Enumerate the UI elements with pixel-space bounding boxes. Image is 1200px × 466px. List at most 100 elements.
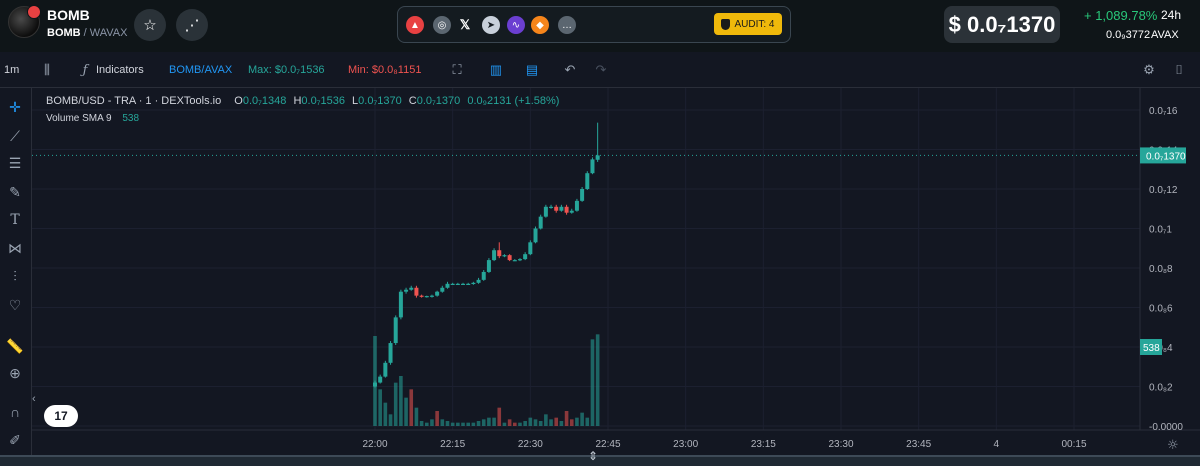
- resize-arrows-icon[interactable]: ⇕: [588, 449, 598, 463]
- legend-open-value: 0.0₇1348: [242, 95, 287, 107]
- time-tick-label: 23:45: [906, 439, 931, 450]
- zoom-in-icon[interactable]: ⊕: [4, 362, 26, 384]
- chart-canvas[interactable]: 0.0₇160.0₇140.0₇120.0₇10.0₈80.0₈60.0₈40.…: [32, 88, 1200, 455]
- price-chart[interactable]: 0.0₇160.0₇140.0₇120.0₇10.0₈80.0₈60.0₈40.…: [32, 88, 1200, 466]
- candle-body: [450, 283, 455, 285]
- volume-bar: [492, 417, 496, 426]
- volume-bar: [450, 422, 455, 426]
- candle-body: [419, 295, 424, 297]
- price-tick-label: 0.0₈2: [1149, 383, 1173, 394]
- panel-resize-bar[interactable]: [0, 455, 1200, 466]
- x-icon[interactable]: 𝕏: [456, 16, 474, 34]
- time-tick-label: 23:30: [828, 439, 853, 450]
- audit-badge[interactable]: AUDIT: 4: [714, 13, 782, 35]
- candle-body: [481, 271, 486, 280]
- volume-bar: [445, 421, 450, 426]
- magnet-icon[interactable]: ∩: [4, 401, 26, 423]
- volume-bar: [476, 421, 481, 426]
- candle-body: [512, 260, 517, 262]
- volume-bar: [419, 421, 424, 426]
- redo-icon[interactable]: ↷: [592, 61, 610, 79]
- volume-bar: [393, 382, 398, 426]
- price-tick-label: -0.0000: [1149, 422, 1183, 433]
- volume-bar: [471, 422, 476, 426]
- pair-quote-label: WAVAX: [89, 27, 128, 39]
- symbol-pair-label[interactable]: BOMB/AVAX: [169, 64, 232, 76]
- fx-icon[interactable]: ƒ: [76, 61, 94, 79]
- candle-body: [435, 291, 440, 296]
- camera-icon[interactable]: ⌷: [1170, 61, 1188, 79]
- metamask-icon[interactable]: ◆: [531, 16, 549, 34]
- text-tool-icon[interactable]: T: [4, 209, 26, 231]
- avalanche-icon[interactable]: ▲: [406, 16, 424, 34]
- candle-body: [429, 295, 434, 297]
- volume-bar: [554, 417, 559, 426]
- shield-icon: [721, 18, 731, 30]
- telegram-icon[interactable]: ➤: [482, 16, 500, 34]
- min-price-label: Min: $0.0₈1151: [348, 64, 422, 76]
- token-name: BOMB: [47, 7, 90, 23]
- volume-bar: [549, 419, 553, 426]
- collapse-toolbar-icon[interactable]: ‹: [32, 393, 36, 405]
- time-tick-label: 4: [994, 439, 1000, 450]
- globe-icon[interactable]: ◎: [433, 16, 451, 34]
- undo-icon[interactable]: ↶: [561, 61, 579, 79]
- favorite-star-button[interactable]: ☆: [134, 9, 166, 41]
- avax-unit-label: AVAX: [1151, 29, 1179, 41]
- candle-body: [590, 159, 595, 174]
- candle-body: [486, 260, 491, 272]
- fullscreen-icon[interactable]: ⛶: [448, 61, 466, 79]
- volume-bar: [502, 422, 507, 426]
- tradingview-logo[interactable]: 17: [44, 405, 78, 427]
- volume-bar: [430, 419, 434, 426]
- crosshair-icon[interactable]: ✛: [4, 96, 26, 118]
- candle-body: [378, 376, 383, 383]
- axis-settings-icon[interactable]: ☼: [1167, 438, 1179, 453]
- volume-bar: [383, 402, 388, 426]
- volume-bar: [580, 412, 584, 426]
- price-tick-label: 0.0₇1: [1149, 225, 1172, 236]
- volume-bar: [404, 397, 408, 426]
- candle-body: [549, 206, 554, 208]
- settings-gear-icon[interactable]: ⚙: [1140, 61, 1158, 79]
- token-avatar: [8, 5, 41, 38]
- bar-chart-icon[interactable]: ▥: [487, 61, 505, 79]
- heart-icon[interactable]: ♡: [4, 294, 26, 316]
- volume-bar: [497, 407, 502, 426]
- ruler-icon[interactable]: 📏: [4, 335, 26, 357]
- indicators-button[interactable]: Indicators: [96, 64, 144, 76]
- dapp-icon[interactable]: ∿: [507, 16, 525, 34]
- line-chart-icon[interactable]: ▤: [523, 61, 541, 79]
- volume-bar: [409, 389, 414, 426]
- pattern-icon[interactable]: ⋈: [4, 237, 26, 259]
- lock-drawings-icon[interactable]: ✐: [4, 429, 26, 451]
- candle-body: [471, 282, 476, 285]
- brush-icon[interactable]: ✎: [4, 181, 26, 203]
- candle-body: [595, 155, 600, 160]
- price-change-period: 24h: [1161, 8, 1182, 22]
- candle-type-icon[interactable]: ⫼: [38, 61, 56, 79]
- more-icon[interactable]: …: [558, 16, 576, 34]
- time-tick-label: 22:00: [362, 439, 387, 450]
- legend-change-value: 0.0₉2131 (+1.58%): [467, 95, 560, 107]
- candle-body: [507, 255, 512, 261]
- volume-bar: [559, 421, 564, 426]
- current-price: $ 0.0₇1370: [944, 6, 1060, 43]
- volume-bar: [440, 419, 445, 426]
- legend-open-key: O: [234, 95, 243, 107]
- volume-bar: [538, 421, 543, 426]
- prediction-icon[interactable]: ⫶: [4, 265, 26, 287]
- candle-body: [585, 173, 590, 189]
- horizontal-lines-icon[interactable]: ☰: [4, 152, 26, 174]
- trend-line-icon[interactable]: ⟋: [4, 125, 26, 147]
- time-tick-label: 00:15: [1061, 439, 1086, 450]
- volume-bar: [481, 419, 486, 426]
- pair-base-link[interactable]: BOMB: [47, 27, 81, 39]
- candle-body: [569, 210, 574, 213]
- price-in-avax: 0.0₉3772: [1106, 29, 1151, 41]
- volume-bar: [585, 417, 590, 426]
- legend-title: BOMB/USD - TRA · 1 · DEXTools.io: [46, 95, 222, 107]
- timeframe-selector[interactable]: 1m: [4, 64, 19, 76]
- candle-body: [502, 255, 507, 257]
- share-button[interactable]: ⋰: [176, 9, 208, 41]
